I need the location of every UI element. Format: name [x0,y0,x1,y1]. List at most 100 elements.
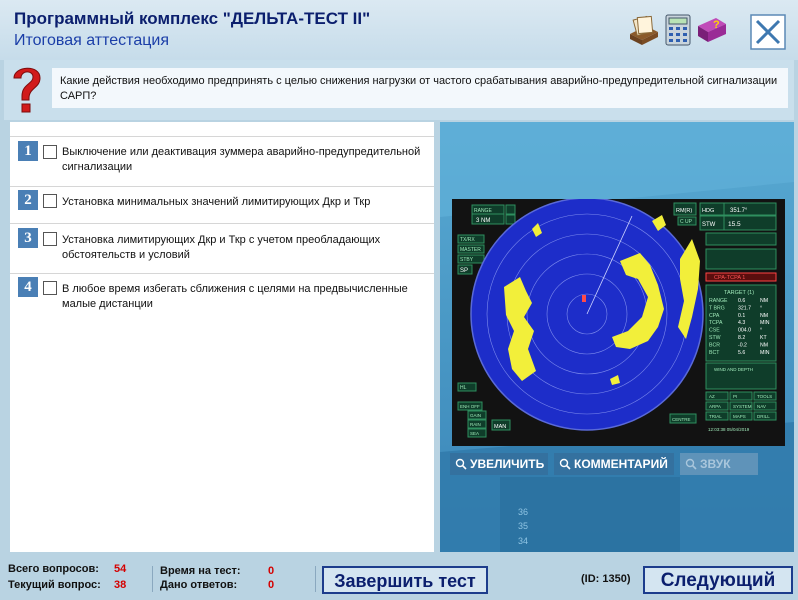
radar-enh: ENH OFF [460,404,480,409]
radar-function-label: MAPS [733,414,746,419]
radar-target-cell: MIN [760,350,770,356]
help-book-icon[interactable]: ? [694,12,730,48]
answer-text: Выключение или деактивация зуммера авари… [62,146,421,173]
radar-target-cell: RANGE [709,298,728,304]
answer-option-2[interactable]: 2 Установка минимальных значений лимитир… [10,186,434,223]
card-index-icon[interactable] [626,12,662,48]
answer-number[interactable]: 2 [18,190,38,210]
radar-target-cell: T BRG [709,305,725,311]
answers-given-label: Дано ответов: [160,579,238,591]
radar-target-cell: CSE [709,328,720,334]
answer-checkbox[interactable] [43,145,57,159]
answer-number[interactable]: 3 [18,228,38,248]
radar-target-cell: CPA [709,313,720,319]
question-bar: Какие действия необходимо предпринять с … [4,60,794,120]
radar-target-cell: 0.6 [738,298,745,304]
radar-function-label: PI [733,394,737,399]
scale-number: 35 [518,521,528,531]
radar-hdg-value: 351.7° [730,208,748,214]
radar-master: MASTER [460,247,481,253]
radar-man: MAN [494,424,506,430]
question-mark-icon [13,67,41,113]
illustration-panel: 36 35 34 RANGE 3 NM TX/RX MASTER STBY SP… [440,122,794,552]
radar-target-cell: KT [760,335,767,341]
radar-target-cell: NM [760,313,768,319]
radar-target-cell: 8.2 [738,335,745,341]
radar-cpa-tcpa: CPA-TCPA 1 [714,275,745,281]
zoom-button[interactable]: УВЕЛИЧИТЬ [450,453,548,475]
radar-function-label: TRIAL [709,414,722,419]
answer-checkbox[interactable] [43,281,57,295]
close-icon[interactable] [750,14,786,50]
radar-timestamp: 12:03:38 05/04/2019 [708,427,750,432]
answer-option-1[interactable]: 1 Выключение или деактивация зуммера ава… [10,136,434,185]
magnifier-icon [559,458,571,470]
answer-number[interactable]: 4 [18,277,38,297]
sound-button[interactable]: ЗВУК [680,453,758,475]
answer-checkbox[interactable] [43,232,57,246]
question-text: Какие действия необходимо предпринять с … [52,68,788,108]
radar-function-buttons: AZ PI TOOLS ARPA SYSTEM NAV TRIAL MAPS DRILL [705,391,777,421]
radar-gain: GAIN [470,413,481,418]
answer-option-4[interactable]: 4 В любое время избегать сближения с цел… [10,273,434,322]
answer-text: Установка лимитирующих Дкр и Ткр с учето… [62,234,381,261]
answer-checkbox[interactable] [43,194,57,208]
radar-hdg-label: HDG [702,208,714,214]
radar-function-label: TOOLS [757,394,772,399]
radar-target-cell: STW [709,335,721,341]
radar-sp: SP [460,268,468,274]
radar-function-label: ARPA [709,404,721,409]
range-up-button[interactable] [505,204,516,215]
answer-option-3[interactable]: 3 Установка лимитирующих Дкр и Ткр с уче… [10,223,434,272]
total-questions-value: 54 [114,563,127,575]
radar-target-cell: 004.0 [738,328,751,334]
radar-sea: SEA [470,431,479,436]
radar-stw-label: STW [702,222,716,228]
radar-mode: RM(R) [676,208,692,214]
radar-screenshot: RANGE 3 NM TX/RX MASTER STBY SP HL ENH O… [452,199,785,446]
radar-target-cell: BCR [709,342,720,348]
radar-target-cell: ° [760,328,762,334]
radar-range-value: 3 NM [476,218,490,224]
svg-text:?: ? [713,19,720,31]
range-down-button[interactable] [505,214,516,225]
radar-target-cell: ° [760,305,762,311]
radar-txrx: TX/RX [460,237,475,243]
answers-panel: 1 Выключение или деактивация зуммера ава… [10,122,434,552]
radar-target-cell: TCPA [709,320,723,326]
answer-number[interactable]: 1 [18,141,38,161]
comment-button-label: КОММЕНТАРИЙ [574,457,668,471]
radar-stw-value: 15.5 [728,221,741,228]
radar-target-title: TARGET (1) [724,290,754,296]
radar-display: RANGE 3 NM TX/RX MASTER STBY SP HL ENH O… [452,199,785,446]
total-questions-label: Всего вопросов: [8,563,99,575]
divider [315,566,316,592]
scale-number: 34 [518,536,528,546]
question-id: (ID: 1350) [581,573,631,585]
sound-button-label: ЗВУК [700,457,731,471]
answer-text: Установка минимальных значений лимитирую… [62,196,371,208]
radar-target-cell: NM [760,298,768,304]
divider [152,566,153,592]
radar-hl: HL [460,385,467,391]
radar-stby: STBY [460,257,474,263]
comment-button[interactable]: КОММЕНТАРИЙ [554,453,674,475]
radar-function-label: DRILL [757,414,770,419]
radar-target-cell: -0.2 [738,342,747,348]
current-question-label: Текущий вопрос: [8,579,101,591]
next-button[interactable]: Следующий [643,566,793,594]
radar-function-label: SYSTEM [733,404,752,409]
app-title: Программный комплекс "ДЕЛЬТА-ТЕСТ II" [14,9,371,28]
radar-target-cell: 5.6 [738,350,745,356]
radar-target-cell: 321.7 [738,305,751,311]
status-footer: Всего вопросов: 54 Текущий вопрос: 38 Вр… [0,558,798,600]
radar-target-cell: NM [760,342,768,348]
test-time-label: Время на тест: [160,565,241,577]
radar-function-label: NAV [757,404,766,409]
calculator-icon[interactable] [660,12,696,48]
finish-test-button[interactable]: Завершить тест [322,566,488,594]
radar-range-label: RANGE [474,208,492,214]
answers-given-value: 0 [268,579,275,591]
radar-target-cell: 4.3 [738,320,745,326]
answer-text: В любое время избегать сближения с целям… [62,283,408,310]
